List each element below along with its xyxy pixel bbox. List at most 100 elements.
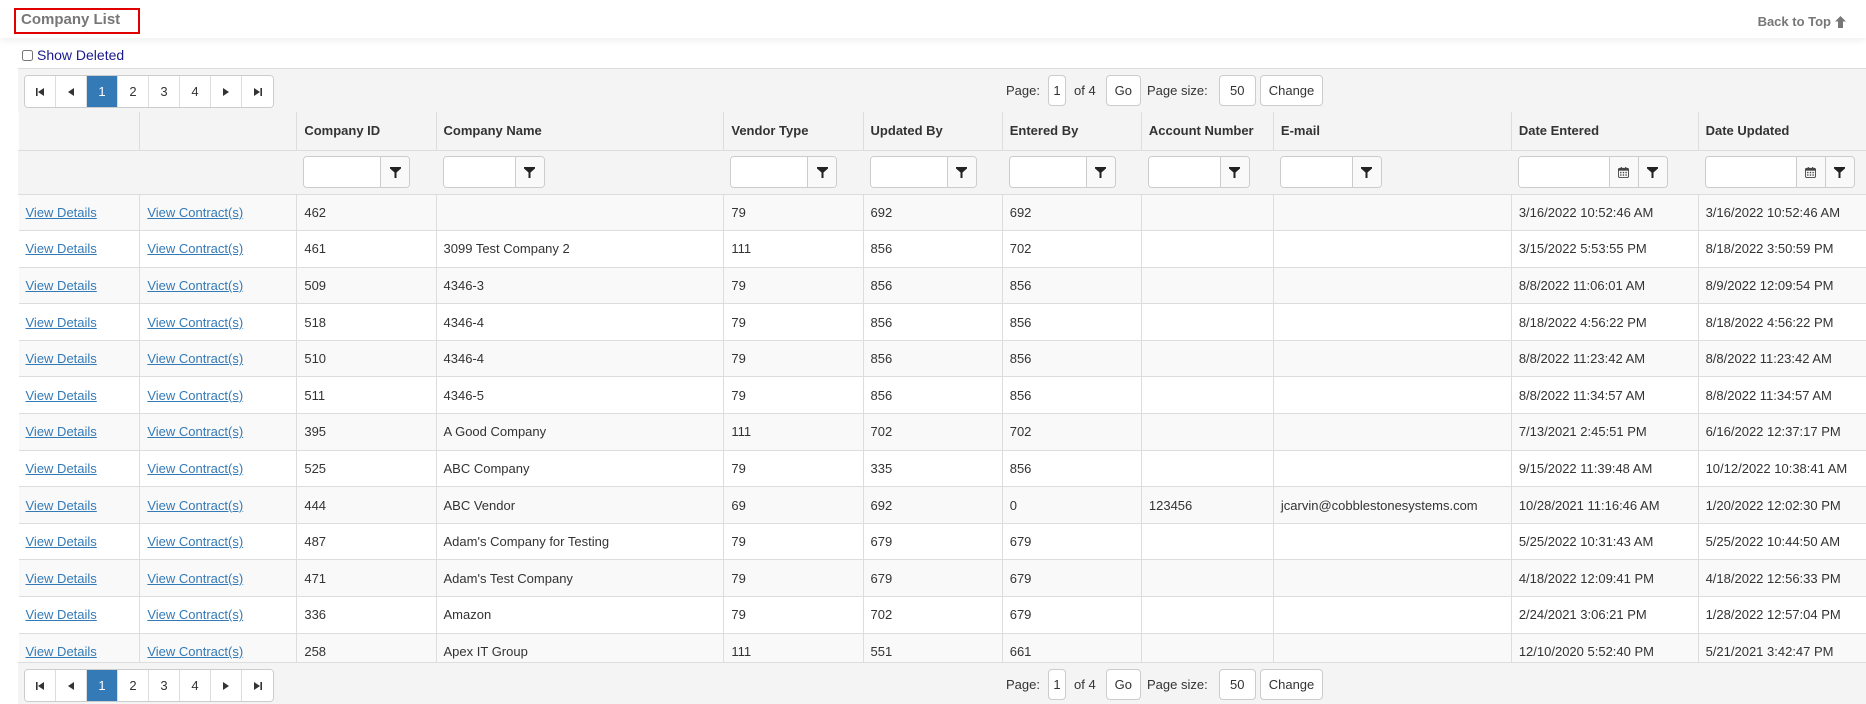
entered-by-filter-input[interactable] — [1009, 157, 1086, 187]
updated-by-filter-button[interactable] — [946, 157, 976, 187]
page-size-input[interactable]: 50 — [1218, 75, 1256, 106]
column-header-email[interactable]: E-mail — [1272, 112, 1512, 151]
page-size-input[interactable]: 50 — [1218, 669, 1256, 700]
last-page-button[interactable] — [242, 76, 273, 107]
first-page-button[interactable] — [25, 670, 56, 701]
company-id-filter-input[interactable] — [304, 157, 381, 187]
view-contracts-link[interactable]: View Contract(s) — [147, 388, 243, 403]
vendor-type-filter-input[interactable] — [731, 157, 808, 187]
show-deleted-checkbox[interactable] — [22, 49, 33, 61]
go-button[interactable]: Go — [1105, 75, 1142, 106]
show-deleted-toggle[interactable]: Show Deleted — [22, 47, 124, 63]
view-details-link[interactable]: View Details — [26, 388, 97, 403]
page-count-label: of 4 — [1073, 83, 1096, 98]
date-updated-calendar-button[interactable] — [1795, 157, 1825, 187]
page-button-1[interactable]: 1 — [87, 76, 118, 107]
cell-account-number — [1140, 450, 1274, 488]
updated-by-filter-input[interactable] — [870, 157, 947, 187]
page-button-1[interactable]: 1 — [87, 670, 118, 701]
column-header-vendor-type[interactable]: Vendor Type — [723, 112, 864, 151]
date-entered-filter-input[interactable] — [1518, 157, 1609, 187]
company-id-filter-button[interactable] — [380, 157, 410, 187]
next-page-icon — [223, 681, 229, 690]
page-number-input[interactable]: 1 — [1047, 669, 1066, 700]
date-updated-filter-button[interactable] — [1824, 157, 1854, 187]
back-to-top-link[interactable]: Back to Top — [1758, 14, 1846, 29]
view-details-link[interactable]: View Details — [26, 534, 97, 549]
view-contracts-link[interactable]: View Contract(s) — [147, 644, 243, 659]
email-filter-input[interactable] — [1280, 157, 1352, 187]
page-button-2[interactable]: 2 — [118, 670, 149, 701]
cell-entered-by: 856 — [1001, 267, 1142, 305]
view-details-link[interactable]: View Details — [26, 351, 97, 366]
view-details-link[interactable]: View Details — [26, 315, 97, 330]
prev-page-button[interactable] — [56, 76, 87, 107]
next-page-button[interactable] — [211, 670, 242, 701]
cell-date-entered: 7/13/2021 2:45:51 PM — [1510, 413, 1699, 451]
details-cell: View Details — [18, 194, 140, 232]
change-page-size-button[interactable]: Change — [1259, 75, 1324, 106]
column-header-company-name[interactable]: Company Name — [435, 112, 724, 151]
date-updated-filter-input[interactable] — [1705, 157, 1796, 187]
company-name-filter-input[interactable] — [443, 157, 515, 187]
filter-cell-company-name — [435, 150, 724, 195]
date-entered-calendar-button[interactable] — [1608, 157, 1638, 187]
page-button-4[interactable]: 4 — [180, 76, 211, 107]
cell-company-id: 509 — [296, 267, 437, 305]
vendor-type-filter-button[interactable] — [807, 157, 837, 187]
bottom-page-buttons: 1234 — [24, 669, 274, 702]
filter-cell-updated-by — [862, 150, 1003, 195]
column-header-company-id[interactable]: Company ID — [296, 112, 437, 151]
view-contracts-link[interactable]: View Contract(s) — [147, 461, 243, 476]
view-details-link[interactable]: View Details — [26, 205, 97, 220]
change-page-size-button[interactable]: Change — [1259, 669, 1324, 700]
view-contracts-link[interactable]: View Contract(s) — [147, 571, 243, 586]
column-header-account-number[interactable]: Account Number — [1140, 112, 1274, 151]
prev-page-button[interactable] — [56, 670, 87, 701]
page-button-3[interactable]: 3 — [149, 670, 180, 701]
account-number-filter-button[interactable] — [1219, 157, 1249, 187]
view-contracts-link[interactable]: View Contract(s) — [147, 278, 243, 293]
filter-cell-details-col — [17, 150, 140, 195]
go-button[interactable]: Go — [1105, 669, 1142, 700]
last-page-button[interactable] — [242, 670, 273, 701]
cell-company-name: ABC Company — [435, 450, 724, 488]
view-details-link[interactable]: View Details — [26, 278, 97, 293]
cell-updated-by: 856 — [862, 340, 1003, 378]
date-entered-filter-button[interactable] — [1637, 157, 1667, 187]
page-number-input[interactable]: 1 — [1047, 75, 1066, 106]
page-button-2[interactable]: 2 — [118, 76, 149, 107]
view-details-link[interactable]: View Details — [26, 571, 97, 586]
view-details-link[interactable]: View Details — [26, 424, 97, 439]
view-details-link[interactable]: View Details — [26, 461, 97, 476]
page-button-4[interactable]: 4 — [180, 670, 211, 701]
column-header-date-updated[interactable]: Date Updated — [1697, 112, 1866, 151]
cell-email — [1272, 194, 1512, 232]
first-page-button[interactable] — [25, 76, 56, 107]
column-header-date-entered[interactable]: Date Entered — [1510, 112, 1699, 151]
view-contracts-link[interactable]: View Contract(s) — [147, 205, 243, 220]
filter-icon — [1361, 166, 1373, 178]
email-filter-button[interactable] — [1351, 157, 1381, 187]
view-contracts-link[interactable]: View Contract(s) — [147, 498, 243, 513]
table-row: View Details View Contract(s) 336 Amazon 79 7… — [18, 596, 1866, 634]
view-contracts-link[interactable]: View Contract(s) — [147, 607, 243, 622]
view-details-link[interactable]: View Details — [26, 607, 97, 622]
account-number-filter-input[interactable] — [1148, 157, 1220, 187]
view-contracts-link[interactable]: View Contract(s) — [147, 534, 243, 549]
company-name-filter-button[interactable] — [514, 157, 544, 187]
column-header-entered-by[interactable]: Entered By — [1001, 112, 1142, 151]
cell-vendor-type: 79 — [723, 523, 864, 561]
view-contracts-link[interactable]: View Contract(s) — [147, 424, 243, 439]
column-header-updated-by[interactable]: Updated By — [862, 112, 1003, 151]
view-details-link[interactable]: View Details — [26, 498, 97, 513]
entered-by-filter-button[interactable] — [1085, 157, 1115, 187]
next-page-button[interactable] — [211, 76, 242, 107]
page-button-3[interactable]: 3 — [149, 76, 180, 107]
cell-vendor-type: 111 — [723, 230, 864, 268]
view-details-link[interactable]: View Details — [26, 241, 97, 256]
view-details-link[interactable]: View Details — [26, 644, 97, 659]
view-contracts-link[interactable]: View Contract(s) — [147, 315, 243, 330]
view-contracts-link[interactable]: View Contract(s) — [147, 241, 243, 256]
view-contracts-link[interactable]: View Contract(s) — [147, 351, 243, 366]
